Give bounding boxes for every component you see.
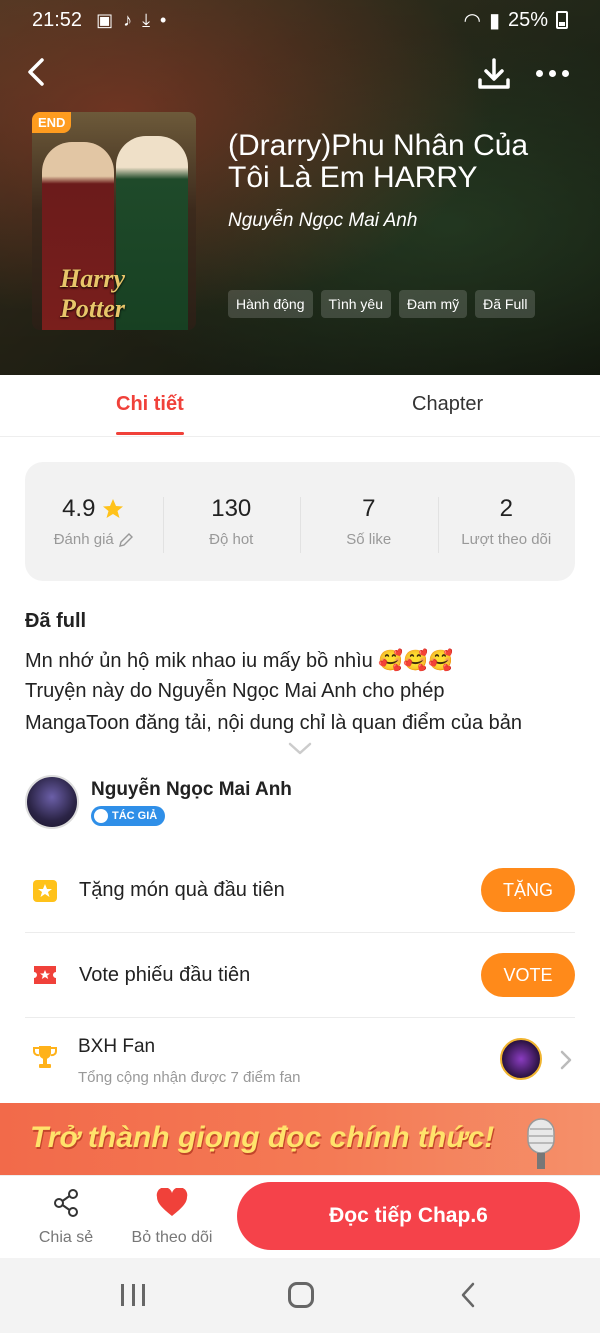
description-heading: Đã full bbox=[25, 610, 87, 632]
nav-back-icon[interactable] bbox=[460, 1282, 476, 1308]
share-icon bbox=[54, 1189, 78, 1217]
chevron-right-icon[interactable] bbox=[560, 1050, 572, 1070]
vote-row: Vote phiếu đầu tiên VOTE bbox=[25, 951, 575, 1003]
system-nav-bar bbox=[0, 1258, 600, 1333]
stat-followers: 2 Lượt theo dõi bbox=[437, 495, 576, 553]
status-right: ◠ ▮ 25% bbox=[463, 8, 568, 33]
fan-ranking-row[interactable]: BXH Fan Tổng cộng nhận được 7 điểm fan bbox=[25, 1032, 575, 1092]
vote-button[interactable]: VOTE bbox=[481, 953, 575, 997]
divider bbox=[25, 932, 575, 933]
expand-chevron-icon[interactable] bbox=[288, 742, 312, 756]
back-icon[interactable] bbox=[20, 54, 56, 90]
more-options-icon[interactable] bbox=[536, 58, 576, 88]
tab-chapter[interactable]: Chapter bbox=[412, 393, 483, 416]
stat-likes: 7 Số like bbox=[300, 495, 438, 553]
download-icon: ⤓ bbox=[142, 9, 151, 30]
tag-item[interactable]: Hành động bbox=[228, 290, 313, 318]
cover-title: Harry Potter bbox=[60, 264, 125, 323]
tab-bar: Chi tiết Chapter bbox=[0, 375, 600, 437]
book-cover: Harry Potter bbox=[32, 112, 196, 330]
edit-icon bbox=[118, 532, 133, 547]
gift-row: Tặng món quà đầu tiên TẶNG bbox=[25, 866, 575, 918]
battery-icon bbox=[556, 11, 568, 29]
tiktok-icon: ♪ bbox=[123, 9, 133, 30]
gift-icon bbox=[33, 880, 57, 902]
gallery-icon: ▣ bbox=[96, 9, 114, 30]
description-line: Truyện này do Nguyễn Ngọc Mai Anh cho ph… bbox=[25, 680, 445, 702]
author-badge-icon bbox=[94, 809, 108, 823]
continue-reading-button[interactable]: Đọc tiếp Chap.6 bbox=[237, 1182, 580, 1250]
stats-panel: 4.9 Đánh giá 130 Độ hot 7 Số like 2 Lượt… bbox=[25, 462, 575, 581]
fan-avatar bbox=[500, 1038, 542, 1080]
vote-label: Vote phiếu đầu tiên bbox=[79, 964, 251, 986]
tag-list: Hành động Tình yêu Đam mỹ Đã Full bbox=[228, 290, 536, 318]
author-badge: TÁC GIẢ bbox=[91, 806, 166, 826]
banner-text: Trở thành giọng đọc chính thức! bbox=[30, 1121, 495, 1154]
home-icon[interactable] bbox=[288, 1282, 314, 1308]
book-author[interactable]: Nguyễn Ngọc Mai Anh bbox=[228, 210, 417, 232]
share-button[interactable]: Chia sẻ bbox=[21, 1188, 111, 1247]
wifi-icon: ◠ bbox=[463, 9, 481, 32]
status-time: 21:52 bbox=[32, 8, 83, 31]
rating-label: Đánh giá bbox=[53, 531, 114, 548]
end-badge: END bbox=[32, 112, 72, 133]
tag-item[interactable]: Tình yêu bbox=[320, 290, 391, 318]
microphone-icon bbox=[527, 1118, 555, 1169]
rating-value: 4.9 bbox=[62, 495, 96, 522]
fan-subtitle: Tổng cộng nhận được 7 điểm fan bbox=[78, 1069, 301, 1086]
description-line: MangaToon đăng tải, nội dung chỉ là quan… bbox=[25, 712, 523, 734]
followers-value: 2 bbox=[499, 495, 513, 522]
likes-value: 7 bbox=[362, 495, 376, 522]
share-label: Chia sẻ bbox=[38, 1229, 94, 1246]
top-bar bbox=[0, 48, 600, 98]
hot-value: 130 bbox=[211, 495, 252, 522]
description-line: Mn nhớ ủn hộ mik nhao iu mấy bồ nhìu 🥰🥰🥰 bbox=[25, 650, 454, 672]
voice-actor-banner[interactable]: Trở thành giọng đọc chính thức! bbox=[0, 1103, 600, 1175]
tab-detail[interactable]: Chi tiết bbox=[116, 393, 184, 416]
dot-icon: • bbox=[160, 9, 167, 30]
gift-label: Tặng món quà đầu tiên bbox=[79, 879, 285, 901]
author-avatar[interactable] bbox=[25, 775, 79, 829]
tab-indicator bbox=[116, 432, 184, 435]
divider bbox=[25, 1017, 575, 1018]
book-title: (Drarry)Phu Nhân Của Tôi Là Em HARRY bbox=[228, 129, 529, 194]
tag-item[interactable]: Đam mỹ bbox=[399, 290, 468, 318]
author-name[interactable]: Nguyễn Ngọc Mai Anh bbox=[91, 779, 292, 801]
battery-percent: 25% bbox=[507, 8, 548, 31]
bottom-action-bar: Chia sẻ Bỏ theo dõi Đọc tiếp Chap.6 bbox=[0, 1175, 600, 1258]
unfollow-button[interactable]: Bỏ theo dõi bbox=[127, 1187, 217, 1247]
ticket-icon bbox=[34, 966, 56, 984]
tag-item[interactable]: Đã Full bbox=[475, 290, 536, 318]
status-bar: 21:52 ▣ ♪ ⤓ • ◠ ▮ 25% bbox=[0, 0, 600, 40]
fan-title: BXH Fan bbox=[78, 1036, 156, 1057]
signal-icon: ▮ bbox=[488, 9, 500, 32]
star-icon bbox=[103, 499, 124, 518]
recent-apps-icon[interactable] bbox=[121, 1284, 145, 1306]
trophy-icon bbox=[33, 1046, 57, 1068]
gift-button[interactable]: TẶNG bbox=[481, 868, 575, 912]
followers-label: Lượt theo dõi bbox=[461, 531, 552, 548]
download-icon[interactable] bbox=[474, 54, 514, 94]
unfollow-label: Bỏ theo dõi bbox=[131, 1229, 213, 1246]
hot-label: Độ hot bbox=[209, 531, 254, 548]
likes-label: Số like bbox=[346, 531, 392, 548]
heart-icon bbox=[156, 1187, 188, 1216]
stat-hot: 130 Độ hot bbox=[162, 495, 301, 553]
stat-rating[interactable]: 4.9 Đánh giá bbox=[25, 495, 163, 548]
notification-icons: ▣ ♪ ⤓ • bbox=[96, 10, 166, 31]
author-badge-label: TÁC GIẢ bbox=[112, 810, 158, 822]
